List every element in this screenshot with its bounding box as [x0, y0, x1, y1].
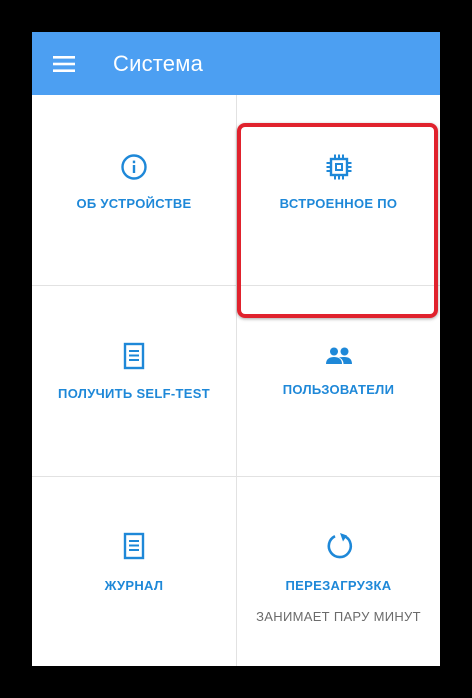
document-icon: [123, 342, 145, 370]
settings-grid: ОБ УСТРОЙСТВЕ ВСТРОЕННОЕ ПО ПОЛУЧИТЬ SEL…: [32, 95, 440, 666]
tile-restart[interactable]: ПЕРЕЗАГРУЗКА ЗАНИМАЕТ ПАРУ МИНУТ: [237, 477, 440, 666]
tile-firmware[interactable]: ВСТРОЕННОЕ ПО: [237, 95, 440, 285]
restart-icon: [327, 533, 352, 559]
hamburger-menu-icon: [53, 55, 75, 72]
users-icon: [325, 347, 352, 364]
info-icon: [121, 154, 147, 180]
tile-label: ВСТРОЕННОЕ ПО: [279, 196, 398, 211]
tile-journal[interactable]: ЖУРНАЛ: [32, 477, 236, 666]
chip-icon: [326, 154, 351, 180]
tile-label: ПОЛУЧИТЬ SELF-TEST: [58, 386, 210, 401]
system-screen: Система ОБ УСТРОЙСТВЕ ВСТРОЕННОЕ ПО ПОЛУ…: [32, 32, 440, 666]
page-title: Система: [113, 50, 204, 76]
tile-about-device[interactable]: ОБ УСТРОЙСТВЕ: [32, 95, 236, 285]
tile-label: ЖУРНАЛ: [104, 578, 164, 593]
tile-label: ПЕРЕЗАГРУЗКА: [285, 578, 392, 593]
document-icon: [123, 532, 145, 560]
tile-label: ОБ УСТРОЙСТВЕ: [76, 196, 192, 211]
app-bar: Система: [32, 32, 440, 95]
menu-button[interactable]: [32, 32, 96, 95]
tile-sublabel: ЗАНИМАЕТ ПАРУ МИНУТ: [256, 609, 421, 624]
tile-self-test[interactable]: ПОЛУЧИТЬ SELF-TEST: [32, 286, 236, 476]
tile-users[interactable]: ПОЛЬЗОВАТЕЛИ: [237, 286, 440, 476]
tile-label: ПОЛЬЗОВАТЕЛИ: [282, 382, 395, 397]
